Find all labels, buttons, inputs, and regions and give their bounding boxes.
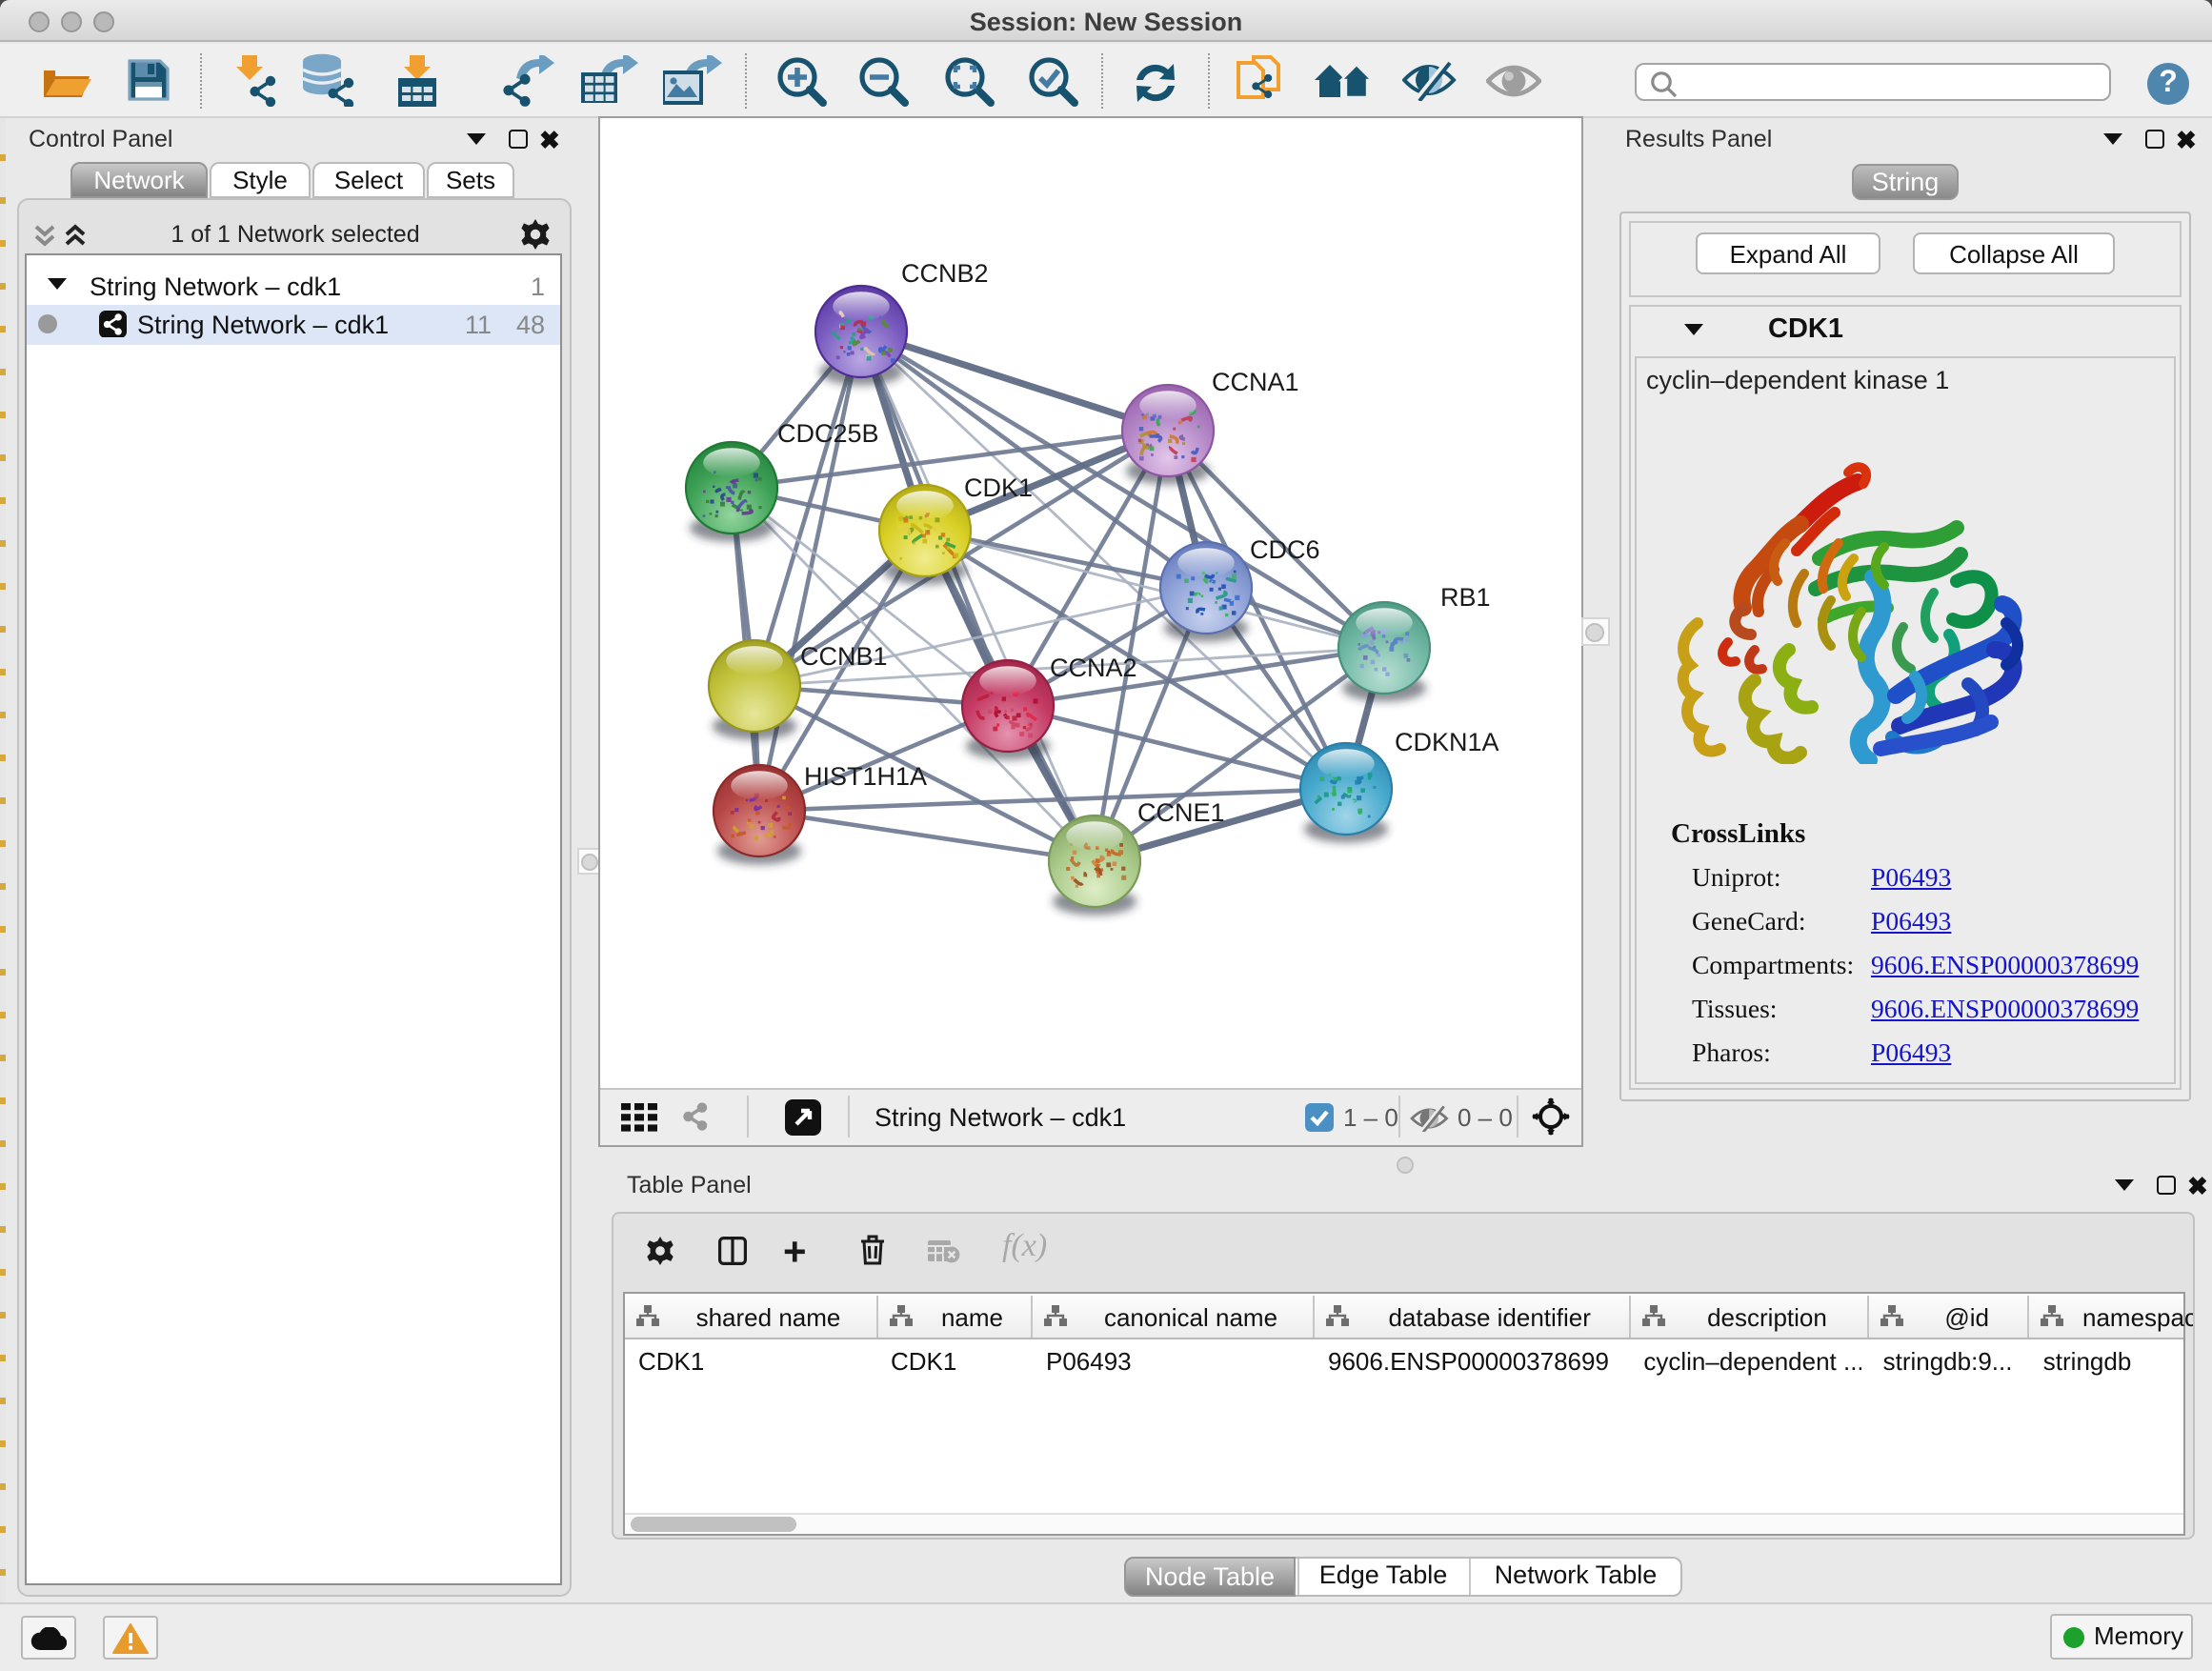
svg-text:CCNB1: CCNB1 <box>800 642 888 671</box>
svg-text:CDK1: CDK1 <box>964 473 1033 502</box>
svg-text:HIST1H1A: HIST1H1A <box>804 762 927 791</box>
svg-text:CCNE1: CCNE1 <box>1137 798 1225 827</box>
svg-text:CDC6: CDC6 <box>1250 535 1320 564</box>
svg-text:CCNB2: CCNB2 <box>901 259 989 288</box>
svg-text:CCNA1: CCNA1 <box>1212 368 1299 396</box>
svg-text:RB1: RB1 <box>1440 583 1491 612</box>
svg-text:CDKN1A: CDKN1A <box>1395 728 1499 756</box>
svg-text:CCNA2: CCNA2 <box>1050 654 1137 682</box>
svg-text:CDC25B: CDC25B <box>777 419 879 448</box>
